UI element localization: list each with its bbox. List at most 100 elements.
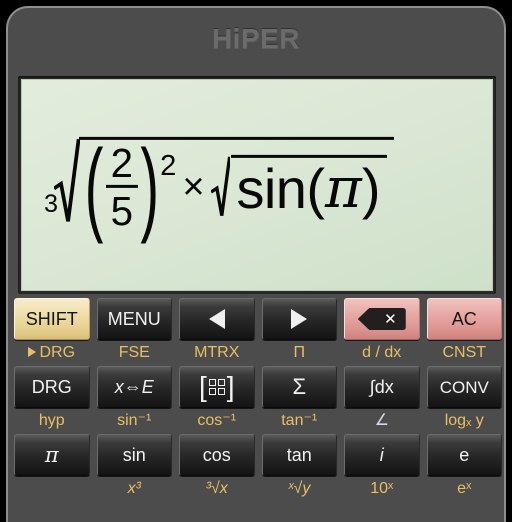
second-label-exp: eˣ — [457, 480, 472, 497]
second-label-arcsin: sin⁻¹ — [117, 412, 152, 429]
key-cell: e — [426, 434, 502, 476]
second-label-derivative: d / dx — [362, 344, 402, 361]
second-label-cube: x³ — [127, 480, 141, 497]
sin-key-label: sin — [122, 445, 146, 465]
drg-key-label: DRG — [31, 377, 72, 397]
key-cell — [261, 298, 337, 340]
second-label-ten-power-x: 10ˣ — [370, 480, 394, 497]
key-cell: Σ — [261, 366, 337, 408]
triangle-left-icon — [208, 309, 225, 329]
tan-key[interactable]: tan — [261, 434, 337, 476]
second-label-mtrx: MTRX — [194, 344, 240, 361]
second-label-angle: ∠ — [374, 412, 389, 429]
key-cell: ✕ — [344, 298, 420, 340]
radical-sign-icon — [210, 155, 231, 218]
radicand-inner: sin ( π ) — [230, 154, 388, 222]
second-label-text: DRG — [39, 344, 76, 361]
pi-key[interactable]: π — [14, 434, 90, 476]
app-title: HiPER — [211, 23, 301, 54]
bracket-left-icon: [ — [198, 370, 207, 402]
sin-function: sin — [236, 157, 307, 221]
key-cell: AC — [426, 298, 502, 340]
matrix-key[interactable]: [ ] — [179, 366, 255, 408]
key-cell: DRG — [14, 366, 90, 408]
radicand-outer: ( 2 5 ) 2 × sin (π) — [79, 134, 394, 238]
matrix-icon: [ ] — [198, 370, 235, 402]
cos-key-label: cos — [202, 445, 231, 465]
second-label-row-2: hyp sin⁻¹ cos⁻¹ tan⁻¹ ∠ logₓ y — [14, 408, 502, 434]
convert-key[interactable]: CONV — [426, 366, 502, 408]
second-label-cnst: CNST — [442, 344, 487, 361]
summation-key-label: Σ — [292, 374, 307, 399]
imaginary-unit-key[interactable]: i — [344, 434, 420, 476]
tan-key-label: tan — [286, 445, 312, 465]
fraction: 2 5 — [105, 140, 138, 234]
second-label-hyp: hyp — [38, 412, 65, 429]
euler-number-key[interactable]: e — [426, 434, 502, 476]
calculator-app: HiPER 3 (2 5) 2 × sin (π) SHIFT MENU… — [0, 0, 512, 522]
keypad: SHIFT MENU ✕ AC DRG FSE MTRX Π d / dx CN… — [8, 298, 504, 502]
key-cell: cos — [179, 434, 255, 476]
key-cell — [179, 298, 255, 340]
convert-key-label: CONV — [439, 377, 489, 397]
cursor-right-key[interactable] — [261, 298, 337, 340]
key-cell: [ ] — [179, 366, 255, 408]
bracket-right-icon: ] — [226, 370, 235, 402]
all-clear-key[interactable]: AC — [426, 298, 502, 340]
fraction-denominator: 5 — [110, 187, 134, 234]
backspace-icon: ✕ — [357, 308, 406, 330]
expression-display: 3 ( 2 5) 2 × sin (π) — [44, 134, 394, 238]
triangle-right-icon — [291, 309, 308, 329]
second-label-nth-root: ˣ√y — [288, 480, 311, 497]
menu-key-label: MENU — [107, 309, 161, 329]
second-label-fse: FSE — [118, 344, 150, 361]
second-label-product: Π — [293, 344, 306, 361]
x-to-exponent-key[interactable]: x⇔E — [96, 366, 172, 408]
exponent: 2 — [160, 149, 177, 182]
second-label-cube-root: ³√x — [205, 480, 228, 497]
shift-key-label: SHIFT — [25, 309, 78, 329]
summation-key[interactable]: Σ — [261, 366, 337, 408]
cos-key[interactable]: cos — [179, 434, 255, 476]
shift-key[interactable]: SHIFT — [14, 298, 90, 340]
display-screen[interactable]: 3 ( 2 5) 2 × sin (π) — [21, 79, 493, 291]
second-label-drg: DRG — [14, 345, 90, 361]
brand-header: HiPER — [8, 8, 504, 70]
paren-close: ) — [140, 127, 159, 245]
integral-key-label: ∫dx — [369, 377, 394, 397]
key-cell: CONV — [426, 366, 502, 408]
cursor-left-key[interactable] — [179, 298, 255, 340]
triangle-right-mini-icon — [28, 346, 37, 357]
cube-root-radical: 3 ( 2 5) 2 × sin (π) — [44, 134, 394, 238]
drg-key[interactable]: DRG — [14, 366, 90, 408]
second-label-arctan: tan⁻¹ — [281, 412, 318, 429]
multiplication-operator: × — [182, 166, 205, 209]
key-row-1: SHIFT MENU ✕ AC — [14, 298, 502, 340]
key-cell: ∫dx — [344, 366, 420, 408]
menu-key[interactable]: MENU — [96, 298, 172, 340]
pi-symbol: π — [325, 156, 362, 222]
second-label-row-1: DRG FSE MTRX Π d / dx CNST — [14, 340, 502, 366]
display-bezel: 3 ( 2 5) 2 × sin (π) — [18, 76, 496, 294]
paren-open: ( — [306, 157, 326, 221]
sin-key[interactable]: sin — [96, 434, 172, 476]
integral-key[interactable]: ∫dx — [344, 366, 420, 408]
key-cell: x⇔E — [96, 366, 172, 408]
key-cell: tan — [261, 434, 337, 476]
root-index: 3 — [44, 190, 59, 219]
key-cell: sin — [96, 434, 172, 476]
second-label-row-3: x³ ³√x ˣ√y 10ˣ eˣ — [14, 476, 502, 502]
key-cell: MENU — [96, 298, 172, 340]
pi-key-label: π — [44, 442, 59, 467]
device-body: HiPER 3 (2 5) 2 × sin (π) SHIFT MENU… — [6, 6, 506, 522]
fraction-numerator: 2 — [110, 140, 134, 187]
paren-open: ( — [84, 127, 104, 245]
fraction-group: ( 2 5 ) 2 — [85, 134, 177, 238]
backspace-key[interactable]: ✕ — [344, 298, 420, 340]
second-label-arccos: cos⁻¹ — [197, 412, 237, 429]
key-cell: SHIFT — [14, 298, 90, 340]
key-row-3: π sin cos tan i e — [14, 434, 502, 476]
imaginary-unit-key-label: i — [379, 445, 384, 465]
key-cell: i — [344, 434, 420, 476]
all-clear-key-label: AC — [451, 309, 477, 329]
